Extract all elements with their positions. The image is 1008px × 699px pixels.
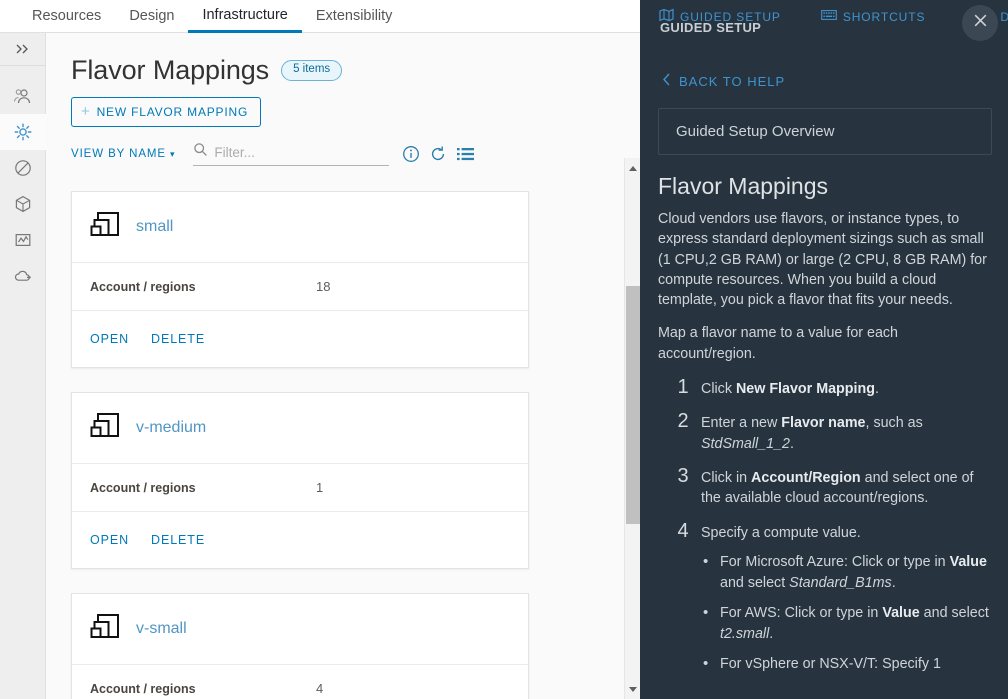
activity-chart-icon	[13, 230, 33, 250]
flavor-icon	[90, 210, 122, 245]
gear-icon	[13, 122, 33, 142]
guided-step: 3 Click in Account/Region and select one…	[658, 466, 992, 509]
title-row: Flavor Mappings 5 items	[71, 55, 640, 86]
step-number: 1	[677, 376, 689, 399]
item-count-badge: 5 items	[281, 60, 343, 81]
page-header: Flavor Mappings 5 items + NEW FLAVOR MAP…	[46, 33, 640, 127]
tab-extensibility[interactable]: Extensibility	[302, 0, 407, 33]
card-scroll-region: small Account / regions 18 OPEN DELETE v…	[46, 158, 640, 699]
guided-step: 4 Specify a compute value. For Microsoft…	[658, 519, 992, 685]
cube-icon	[13, 194, 33, 214]
guided-setup-overview-box[interactable]: Guided Setup Overview	[658, 108, 992, 155]
flavor-card[interactable]: small Account / regions 18 OPEN DELETE	[71, 191, 529, 368]
keyboard-icon	[820, 9, 837, 24]
left-icon-rail	[0, 33, 46, 699]
vertical-scrollbar[interactable]	[624, 158, 640, 699]
sidebar-item-configure[interactable]	[0, 114, 46, 150]
card-field-value: 18	[316, 279, 331, 294]
tab-design[interactable]: Design	[115, 0, 188, 33]
card-field-label: Account / regions	[90, 681, 196, 696]
step-text: Enter a new Flavor name, such as StdSmal…	[701, 415, 923, 452]
scroll-down-arrow-icon[interactable]	[625, 681, 640, 697]
close-panel-button[interactable]	[962, 5, 998, 41]
sublist-item: For Microsoft Azure: Click or type in Va…	[701, 551, 992, 594]
card-title[interactable]: v-small	[136, 620, 187, 638]
step-text: Click New Flavor Mapping.	[701, 381, 879, 398]
main-content: Flavor Mappings 5 items + NEW FLAVOR MAP…	[46, 33, 640, 699]
guided-step: 1 Click New Flavor Mapping.	[658, 376, 992, 399]
guided-steps-list: 1 Click New Flavor Mapping. 2 Enter a ne…	[658, 376, 992, 685]
back-to-help-link[interactable]: BACK TO HELP	[662, 73, 1008, 89]
delete-action[interactable]: DELETE	[151, 533, 205, 547]
scroll-up-arrow-icon[interactable]	[625, 160, 640, 176]
card-field-value: 4	[316, 681, 324, 696]
scrollbar-thumb[interactable]	[626, 286, 640, 524]
sidebar-item-resources[interactable]	[0, 186, 46, 222]
dark-label: DARK	[1000, 9, 1008, 24]
guided-setup-panel: GUIDED SETUP SHORTCUTS DARK GUIDED SET	[640, 0, 1008, 699]
double-chevron-right-icon	[15, 42, 31, 56]
step-number: 2	[677, 410, 689, 433]
panel-heading: Flavor Mappings	[658, 173, 829, 199]
flavor-icon	[90, 411, 122, 446]
users-icon	[13, 86, 33, 106]
card-actions: OPEN DELETE	[72, 512, 528, 568]
card-title[interactable]: small	[136, 218, 173, 236]
panel-paragraph-1: Cloud vendors use flavors, or instance t…	[658, 211, 987, 309]
card-field-row: Account / regions 4	[72, 665, 528, 699]
sidebar-item-administration[interactable]	[0, 78, 46, 114]
step-number: 4	[677, 519, 689, 542]
tab-resources[interactable]: Resources	[18, 0, 115, 33]
flavor-icon	[90, 612, 122, 647]
new-flavor-mapping-label: NEW FLAVOR MAPPING	[96, 104, 249, 119]
ban-icon	[13, 158, 33, 178]
card-field-row: Account / regions 1	[72, 464, 528, 512]
panel-body: Flavor Mappings Cloud vendors use flavor…	[640, 155, 1008, 685]
step-number: 3	[677, 464, 689, 487]
card-actions: OPEN DELETE	[72, 311, 528, 367]
card-field-value: 1	[316, 480, 324, 495]
shortcuts-button[interactable]: SHORTCUTS	[808, 9, 939, 24]
open-action[interactable]: OPEN	[90, 332, 129, 346]
card-header: v-medium	[72, 393, 528, 464]
back-to-help-label: BACK TO HELP	[679, 73, 786, 89]
step-sublist: For Microsoft Azure: Click or type in Va…	[701, 551, 992, 676]
card-field-row: Account / regions 18	[72, 263, 528, 311]
page-title: Flavor Mappings	[71, 55, 270, 85]
sublist-item: For AWS: Click or type in Value and sele…	[701, 602, 992, 645]
panel-subtitle: GUIDED SETUP	[660, 20, 762, 35]
plus-icon: +	[81, 103, 91, 120]
chevron-left-icon	[662, 73, 671, 89]
close-icon	[972, 12, 989, 34]
cloud-upload-icon	[13, 266, 33, 286]
open-action[interactable]: OPEN	[90, 533, 129, 547]
sidebar-item-onboarding[interactable]	[0, 258, 46, 294]
card-header: v-small	[72, 594, 528, 665]
expand-sidebar-button[interactable]	[0, 33, 46, 66]
delete-action[interactable]: DELETE	[151, 332, 205, 346]
sidebar-item-policies[interactable]	[0, 150, 46, 186]
card-field-label: Account / regions	[90, 480, 196, 495]
guided-step: 2 Enter a new Flavor name, such as StdSm…	[658, 411, 992, 454]
step-text: Specify a compute value. For Microsoft A…	[701, 521, 992, 685]
panel-paragraph-2: Map a flavor name to a value for each ac…	[658, 325, 899, 362]
flavor-card-list: small Account / regions 18 OPEN DELETE v…	[46, 158, 640, 699]
card-field-label: Account / regions	[90, 279, 196, 294]
card-header: small	[72, 192, 528, 263]
flavor-card[interactable]: v-small Account / regions 4 OPEN DELETE	[71, 593, 529, 699]
shortcuts-label: SHORTCUTS	[842, 9, 926, 24]
flavor-card[interactable]: v-medium Account / regions 1 OPEN DELETE	[71, 392, 529, 569]
application-root: Resources Design Infrastructure Extensib…	[0, 0, 1008, 699]
step-text-main: Specify a compute value.	[701, 524, 861, 541]
sublist-item: For vSphere or NSX-V/T: Specify 1	[701, 653, 992, 675]
new-flavor-mapping-button[interactable]: + NEW FLAVOR MAPPING	[71, 97, 262, 127]
top-navigation: Resources Design Infrastructure Extensib…	[0, 0, 640, 33]
sidebar-item-monitoring[interactable]	[0, 222, 46, 258]
card-title[interactable]: v-medium	[136, 419, 206, 437]
step-text: Click in Account/Region and select one o…	[701, 469, 974, 507]
tab-infrastructure[interactable]: Infrastructure	[188, 0, 302, 33]
